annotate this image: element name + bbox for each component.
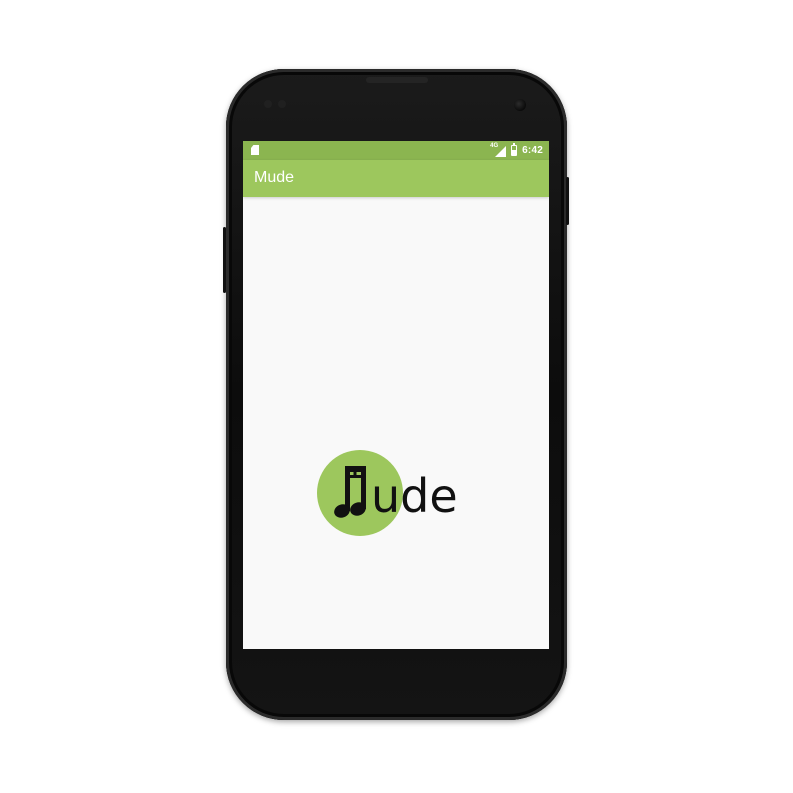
light-sensor: [278, 100, 286, 108]
sim-card-icon: [251, 145, 259, 155]
battery-icon: [511, 143, 518, 156]
app-logo: ude: [315, 445, 491, 543]
app-bar: Mude: [243, 160, 549, 197]
phone-frame: 4G 6:42 Mude ude: [223, 69, 569, 720]
cellular-signal-icon: 4G: [490, 143, 507, 157]
app-title: Mude: [254, 169, 295, 186]
screen: 4G 6:42 Mude ude: [243, 141, 549, 649]
proximity-sensor: [264, 100, 272, 108]
status-clock: 6:42: [522, 145, 543, 156]
earpiece-speaker: [366, 77, 428, 83]
front-camera: [514, 99, 526, 111]
volume-button: [566, 177, 569, 225]
status-bar: 4G 6:42: [243, 141, 549, 160]
logo-wordmark: ude: [371, 469, 458, 523]
power-button: [223, 227, 226, 293]
status-icons: 4G 6:42: [490, 141, 543, 160]
